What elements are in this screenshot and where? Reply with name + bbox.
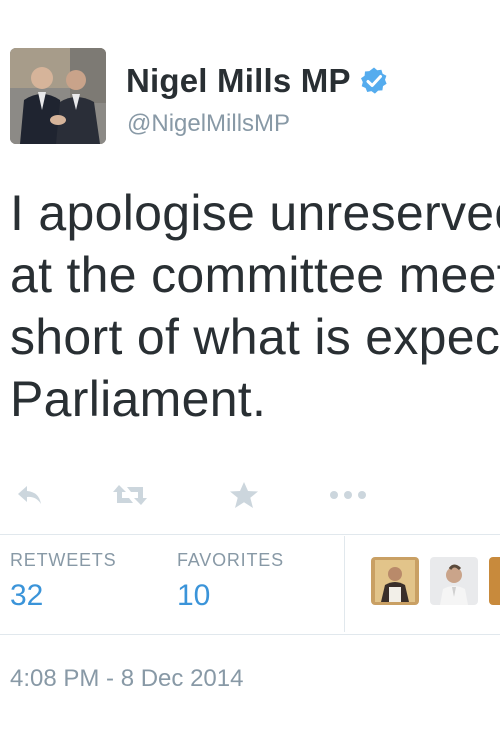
divider — [0, 534, 500, 535]
user-name[interactable]: Nigel Mills MP — [126, 62, 351, 100]
favoriter-avatar-icon — [430, 557, 478, 605]
tweet-text-line: at the committee meeting — [10, 247, 500, 303]
avatar-photo-icon — [10, 48, 106, 144]
retweets-stat[interactable]: RETWEETS 32 — [10, 550, 116, 613]
tweet-text: I apologise unreservedly at the committe… — [10, 182, 500, 430]
favorites-count: 10 — [177, 579, 211, 612]
favorite-button[interactable] — [224, 478, 264, 512]
favoriter-avatar-icon — [489, 557, 500, 605]
favorites-stat[interactable]: FAVORITES 10 — [177, 550, 284, 613]
favoriter-avatar[interactable] — [371, 557, 419, 605]
stats-divider — [344, 536, 345, 632]
retweet-button[interactable] — [110, 478, 150, 512]
favoriter-avatar[interactable] — [489, 557, 500, 605]
retweets-count: 32 — [10, 579, 44, 612]
retweet-icon — [113, 485, 147, 505]
user-avatar[interactable] — [10, 48, 106, 144]
favorites-label: FAVORITES — [177, 550, 284, 570]
user-handle[interactable]: @NigelMillsMP — [127, 110, 290, 138]
more-icon — [330, 491, 366, 499]
tweet-text-line: I apologise unreservedly — [10, 185, 500, 241]
favoriter-avatar[interactable] — [430, 557, 478, 605]
tweet-text-line: short of what is expected — [10, 309, 500, 365]
reply-button[interactable] — [10, 478, 50, 512]
favoriter-avatar-icon — [371, 557, 419, 605]
more-button[interactable] — [328, 478, 368, 512]
favorite-icon — [230, 482, 258, 508]
user-name-row[interactable]: Nigel Mills MP — [126, 62, 389, 100]
tweet-text-line: Parliament. — [10, 371, 267, 427]
divider — [0, 634, 500, 635]
retweets-label: RETWEETS — [10, 550, 117, 570]
verified-badge-icon — [359, 66, 389, 96]
reply-icon — [18, 486, 41, 504]
tweet-actions — [0, 470, 500, 520]
tweet-timestamp[interactable]: 4:08 PM - 8 Dec 2014 — [10, 665, 243, 693]
tweet-card: Nigel Mills MP @NigelMillsMP I apologise… — [0, 0, 500, 750]
